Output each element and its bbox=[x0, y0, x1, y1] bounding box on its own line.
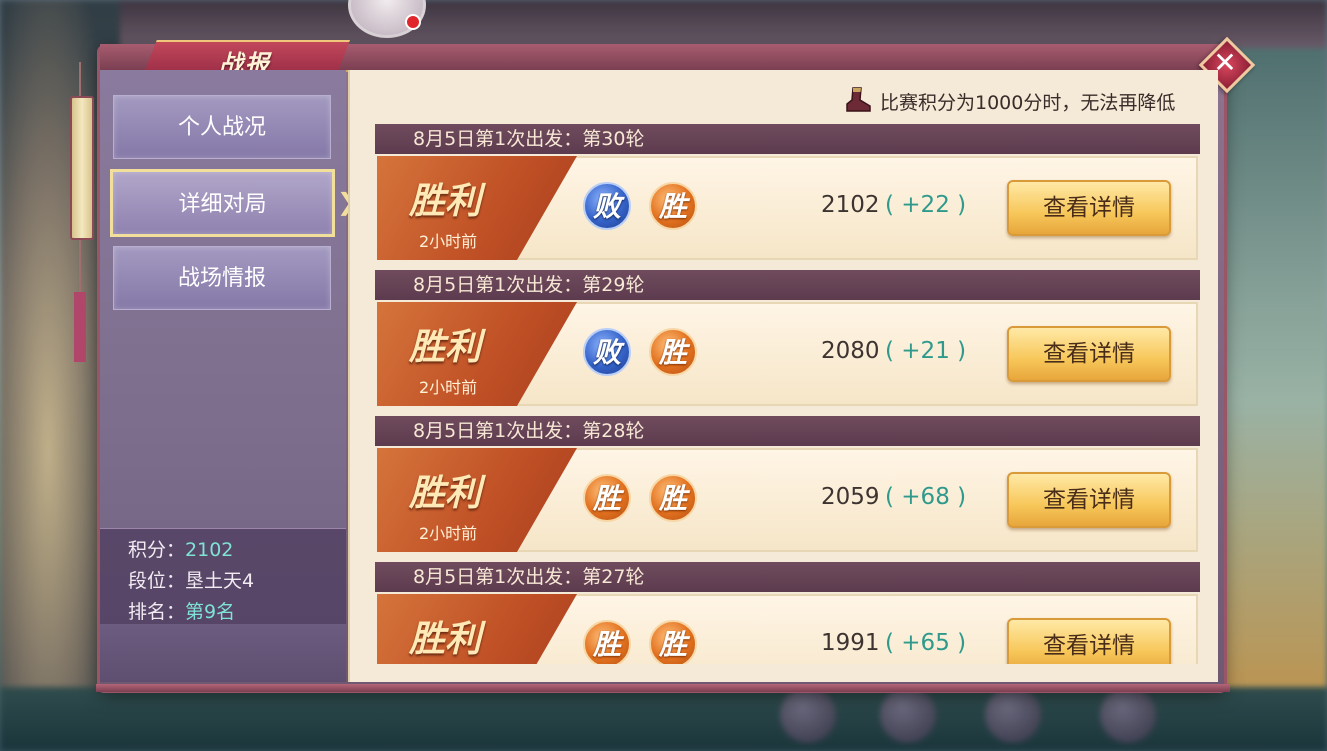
match-time: 2小时前 bbox=[419, 378, 478, 397]
score-delta: ( +22 ) bbox=[885, 192, 967, 218]
score-delta: ( +65 ) bbox=[885, 630, 967, 656]
stat-score: 积分：2102 bbox=[128, 535, 233, 562]
match-result: 胜利 bbox=[409, 326, 482, 368]
round-result-icon: 败 bbox=[583, 328, 631, 376]
match-list[interactable]: 8月5日第1次出发：第30轮 胜利 2小时前 败 胜 2102 ( +22 ) … bbox=[375, 124, 1200, 664]
stat-score-value: 2102 bbox=[185, 539, 234, 561]
match-score: 2080 bbox=[821, 338, 880, 364]
stat-rank-value: 垦土天4 bbox=[185, 570, 255, 592]
match-time: 2小时前 bbox=[419, 524, 478, 543]
panel-bottom-border bbox=[96, 684, 1230, 692]
notification-dot bbox=[405, 14, 421, 30]
round-result-icon: 胜 bbox=[649, 328, 697, 376]
stat-place-label: 排名： bbox=[128, 601, 186, 623]
match-score: 2059 bbox=[821, 484, 880, 510]
stat-rank-label: 段位： bbox=[128, 570, 186, 592]
round-result-icon: 胜 bbox=[583, 474, 631, 522]
score-delta: ( +68 ) bbox=[885, 484, 967, 510]
match-header: 8月5日第1次出发：第30轮 bbox=[375, 124, 1200, 154]
match-time: 2小时前 bbox=[419, 232, 478, 251]
hanging-scroll-ornament bbox=[70, 62, 94, 362]
background-scenery bbox=[1217, 48, 1327, 751]
stat-place: 排名：第9名 bbox=[128, 597, 235, 624]
player-stats: 积分：2102 段位：垦土天4 排名：第9名 bbox=[100, 528, 346, 625]
view-details-button[interactable]: 查看详情 bbox=[1007, 618, 1171, 664]
round-result-icon: 胜 bbox=[649, 474, 697, 522]
match-card: 8月5日第1次出发：第27轮 胜利 胜 胜 1991 ( +65 ) 查看详情 bbox=[375, 562, 1200, 664]
score-delta: ( +21 ) bbox=[885, 338, 967, 364]
round-result-icon: 胜 bbox=[583, 620, 631, 664]
match-card: 8月5日第1次出发：第28轮 胜利 2小时前 胜 胜 2059 ( +68 ) … bbox=[375, 416, 1200, 552]
stat-place-value: 第9名 bbox=[185, 601, 236, 623]
tab-match-details[interactable]: 详细对局 bbox=[110, 169, 335, 237]
match-score: 1991 bbox=[821, 630, 880, 656]
stat-score-label: 积分： bbox=[128, 539, 186, 561]
boot-icon bbox=[846, 87, 871, 112]
match-header: 8月5日第1次出发：第27轮 bbox=[375, 562, 1200, 592]
round-result-icon: 胜 bbox=[649, 182, 697, 230]
view-details-button[interactable]: 查看详情 bbox=[1007, 326, 1171, 382]
match-header: 8月5日第1次出发：第29轮 bbox=[375, 270, 1200, 300]
match-result: 胜利 bbox=[409, 180, 482, 222]
score-floor-notice: 比赛积分为1000分时，无法再降低 bbox=[880, 92, 1176, 114]
match-result: 胜利 bbox=[409, 618, 482, 660]
match-score: 2102 bbox=[821, 192, 880, 218]
background-bottom-bar bbox=[0, 687, 1327, 751]
tab-personal-status[interactable]: 个人战况 bbox=[113, 95, 331, 159]
view-details-button[interactable]: 查看详情 bbox=[1007, 472, 1171, 528]
match-card: 8月5日第1次出发：第29轮 胜利 2小时前 败 胜 2080 ( +21 ) … bbox=[375, 270, 1200, 406]
sidebar-decoration bbox=[100, 624, 346, 682]
stat-rank: 段位：垦土天4 bbox=[128, 566, 254, 593]
match-card: 8月5日第1次出发：第30轮 胜利 2小时前 败 胜 2102 ( +22 ) … bbox=[375, 124, 1200, 260]
match-header: 8月5日第1次出发：第28轮 bbox=[375, 416, 1200, 446]
round-result-icon: 胜 bbox=[649, 620, 697, 664]
view-details-button[interactable]: 查看详情 bbox=[1007, 180, 1171, 236]
tab-battlefield-intel[interactable]: 战场情报 bbox=[113, 246, 331, 310]
match-result: 胜利 bbox=[409, 472, 482, 514]
round-result-icon: 败 bbox=[583, 182, 631, 230]
